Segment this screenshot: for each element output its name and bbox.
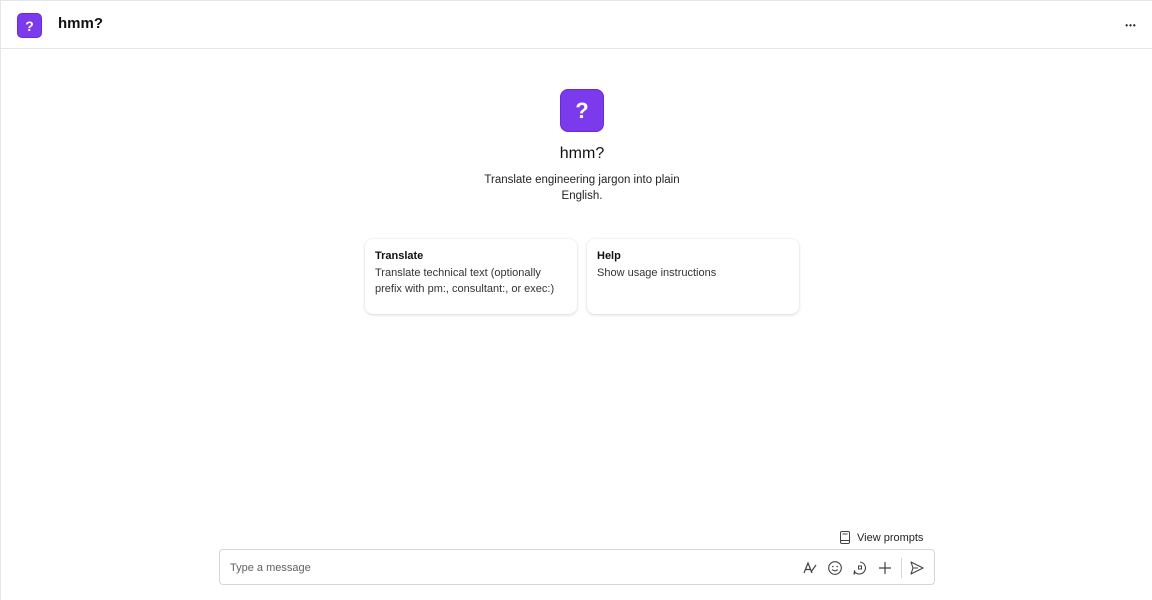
bot-avatar: ? [560, 89, 604, 132]
book-icon [840, 531, 850, 544]
more-options-button[interactable]: ••• [1119, 13, 1143, 37]
bot-name: hmm? [559, 145, 605, 162]
question-mark-icon: ? [575, 97, 589, 123]
prompt-card-text: Translate technical text (optionally pre… [375, 267, 555, 295]
bot-description: Translate engineering jargon into plain … [484, 174, 680, 202]
prompt-card-text: Show usage instructions [597, 267, 717, 279]
loop-icon [853, 561, 866, 575]
send-button[interactable] [907, 558, 927, 578]
prompt-card-title: Translate [375, 250, 424, 262]
loop-button[interactable] [850, 558, 870, 578]
add-button[interactable] [875, 558, 895, 578]
app-window: ? hmm? ••• ? hmm? Translate engineering … [0, 0, 1152, 600]
format-icon [803, 561, 817, 574]
send-icon [910, 561, 924, 575]
emoji-button[interactable] [825, 558, 845, 578]
question-mark-icon: ? [25, 17, 34, 34]
app-icon: ? [17, 13, 42, 38]
view-prompts-label: View prompts [857, 531, 924, 544]
add-icon [879, 562, 891, 574]
view-prompts-button[interactable]: View prompts [839, 531, 923, 544]
emoji-icon [828, 561, 842, 575]
format-button[interactable] [800, 558, 820, 578]
toolbar-divider [901, 558, 902, 578]
prompt-card-title: Help [597, 250, 621, 262]
compose-box [219, 549, 935, 585]
more-horizontal-icon: ••• [1125, 20, 1137, 30]
header-title: hmm? [58, 15, 103, 32]
prompt-card-translate[interactable]: Translate Translate technical text (opti… [365, 239, 577, 314]
prompt-card-help[interactable]: Help Show usage instructions [587, 239, 799, 314]
header-bar: ? hmm? ••• [1, 1, 1152, 49]
message-input[interactable] [230, 558, 770, 578]
